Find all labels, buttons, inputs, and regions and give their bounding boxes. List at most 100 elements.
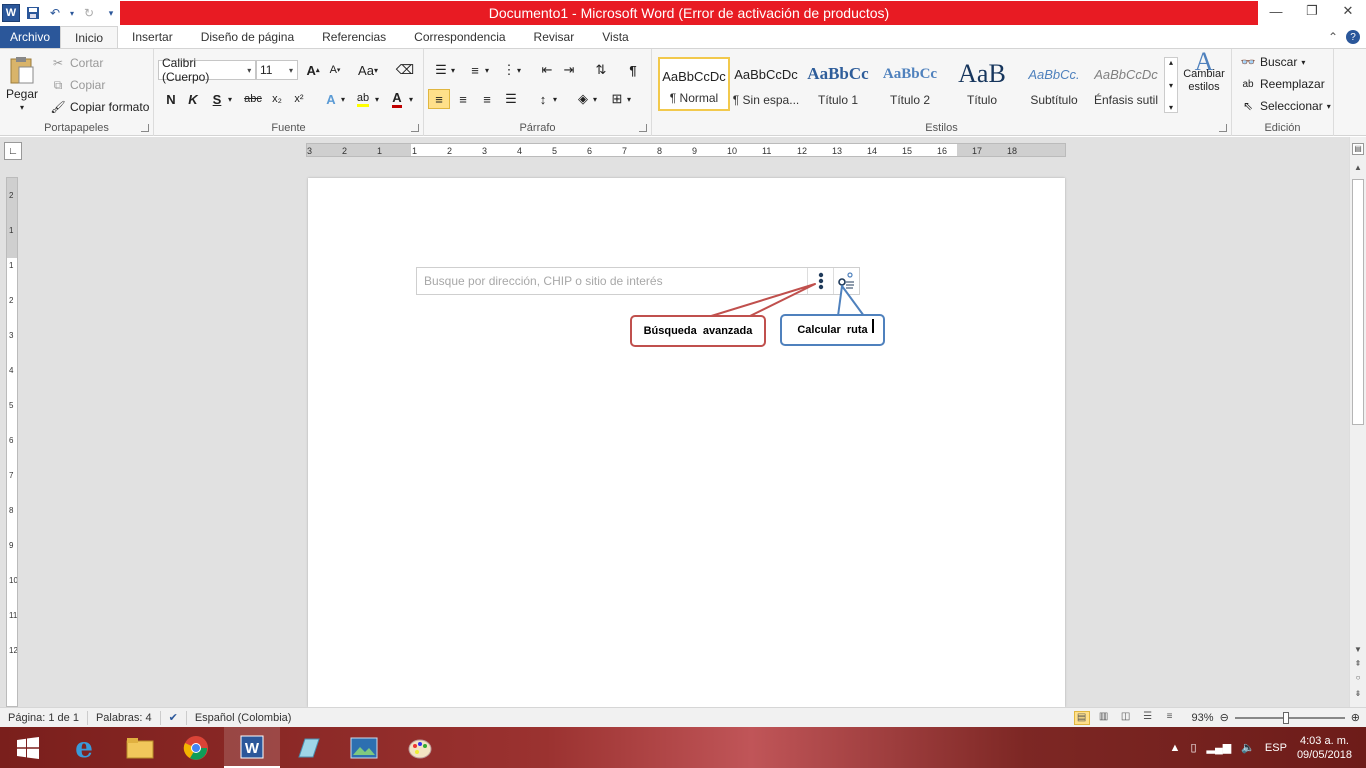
- scroll-down-icon[interactable]: ▼: [1352, 645, 1364, 657]
- styles-scroll[interactable]: ▴ ▾ ▾: [1164, 57, 1178, 113]
- volume-icon[interactable]: 🔈: [1241, 741, 1255, 754]
- full-reading-icon[interactable]: ▥: [1096, 711, 1112, 725]
- increase-indent-icon[interactable]: ⇥: [558, 60, 580, 80]
- font-family-select[interactable]: Calibri (Cuerpo) ▾: [158, 56, 256, 84]
- device-icon[interactable]: ▯: [1190, 741, 1196, 754]
- style-no-spacing[interactable]: AaBbCcDc ¶ Sin espa...: [730, 57, 802, 111]
- advanced-search-button[interactable]: [807, 268, 833, 294]
- word-icon[interactable]: W: [2, 4, 20, 22]
- input-language[interactable]: ESP: [1265, 742, 1287, 754]
- tab-revisar[interactable]: Revisar: [520, 26, 589, 48]
- subscript-button[interactable]: x₂: [266, 89, 288, 109]
- scroll-thumb[interactable]: [1352, 179, 1364, 425]
- show-marks-icon[interactable]: ¶: [622, 60, 644, 80]
- highlight-icon[interactable]: ab: [352, 89, 374, 109]
- scroll-up-icon[interactable]: ▲: [1352, 163, 1364, 175]
- zoom-slider[interactable]: [1234, 711, 1345, 724]
- style-title[interactable]: AaB Título: [946, 57, 1018, 111]
- styles-launcher-icon[interactable]: [1219, 124, 1227, 132]
- underline-dropdown-icon[interactable]: ▾: [224, 89, 236, 109]
- select-button[interactable]: ⇖ Seleccionar ▾: [1240, 98, 1331, 114]
- clock[interactable]: 4:03 a. m. 09/05/2018: [1297, 734, 1352, 762]
- styles-more-icon[interactable]: ▾: [1169, 103, 1173, 112]
- styles-down-icon[interactable]: ▾: [1169, 81, 1173, 90]
- previous-page-icon[interactable]: ⇞: [1352, 659, 1364, 671]
- shading-dropdown-icon[interactable]: ▾: [590, 89, 600, 109]
- align-right-icon[interactable]: ≡: [476, 89, 498, 109]
- language-indicator[interactable]: Español (Colombia): [187, 711, 300, 725]
- decrease-indent-icon[interactable]: ⇤: [536, 60, 558, 80]
- justify-icon[interactable]: ☰: [500, 89, 522, 109]
- paragraph-launcher-icon[interactable]: [639, 124, 647, 132]
- notes-app-icon[interactable]: [280, 727, 336, 768]
- network-icon[interactable]: ▂▄▆: [1207, 741, 1232, 754]
- chrome-icon[interactable]: [168, 727, 224, 768]
- collapse-ribbon-icon[interactable]: ⌃: [1328, 30, 1338, 44]
- page-count[interactable]: Página: 1 de 1: [0, 710, 88, 725]
- file-explorer-icon[interactable]: [112, 727, 168, 768]
- outline-icon[interactable]: ☰: [1140, 711, 1156, 725]
- font-size-select[interactable]: 11 ▾: [256, 60, 298, 80]
- strikethrough-button[interactable]: abc: [240, 89, 266, 109]
- superscript-button[interactable]: x²: [288, 89, 310, 109]
- horizontal-ruler[interactable]: 3 2 1 1 2 3 4 5 6 7 8 9 10 11 12 13 14 15 16 17 18: [306, 143, 1066, 157]
- calculate-route-button[interactable]: [833, 268, 859, 294]
- redo-icon[interactable]: ↻: [80, 4, 98, 22]
- style-subtitle[interactable]: AaBbCc. Subtítulo: [1018, 57, 1090, 111]
- bullets-dropdown-icon[interactable]: ▾: [448, 60, 458, 80]
- paste-dropdown-icon[interactable]: ▾: [20, 103, 24, 112]
- web-layout-icon[interactable]: ◫: [1118, 711, 1134, 725]
- replace-button[interactable]: ab Reemplazar: [1240, 76, 1324, 92]
- text-effects-dropdown-icon[interactable]: ▾: [338, 89, 348, 109]
- style-heading2[interactable]: AaBbCc Título 2: [874, 57, 946, 111]
- style-heading1[interactable]: AaBbCc Título 1: [802, 57, 874, 111]
- clear-format-icon[interactable]: ⌫: [394, 60, 416, 80]
- next-page-icon[interactable]: ⇟: [1352, 689, 1364, 701]
- multilevel-dropdown-icon[interactable]: ▾: [514, 60, 524, 80]
- vertical-scrollbar[interactable]: ▤ ▲ ▼ ⇞ ○ ⇟: [1349, 137, 1366, 707]
- find-button[interactable]: 👓 Buscar ▾: [1240, 54, 1306, 70]
- tab-vista[interactable]: Vista: [588, 26, 642, 48]
- font-color-icon[interactable]: A: [386, 89, 408, 109]
- select-browse-object-icon[interactable]: ○: [1352, 673, 1364, 685]
- borders-dropdown-icon[interactable]: ▾: [624, 89, 634, 109]
- save-icon[interactable]: [24, 4, 42, 22]
- photos-app-icon[interactable]: [336, 727, 392, 768]
- line-spacing-dropdown-icon[interactable]: ▾: [550, 89, 560, 109]
- draft-icon[interactable]: ≡: [1162, 711, 1178, 725]
- undo-dropdown-icon[interactable]: ▾: [68, 4, 76, 22]
- view-ruler-icon[interactable]: ▤: [1352, 143, 1364, 155]
- tab-inicio[interactable]: Inicio: [60, 26, 119, 48]
- close-icon[interactable]: ✕: [1330, 0, 1366, 22]
- zoom-out-icon[interactable]: ⊖: [1220, 711, 1229, 724]
- undo-icon[interactable]: ↶: [46, 4, 64, 22]
- styles-up-icon[interactable]: ▴: [1169, 58, 1173, 67]
- search-input[interactable]: [417, 268, 807, 294]
- style-subtle-emphasis[interactable]: AaBbCcDc Énfasis sutil: [1090, 57, 1162, 111]
- highlight-dropdown-icon[interactable]: ▾: [372, 89, 382, 109]
- grow-font-button[interactable]: A ▴: [302, 60, 324, 80]
- proofing-icon[interactable]: ✔: [161, 710, 187, 725]
- tab-selector-icon[interactable]: ∟: [4, 142, 22, 160]
- help-icon[interactable]: ?: [1346, 30, 1360, 44]
- cut-button[interactable]: ✂ Cortar: [50, 55, 103, 71]
- minimize-icon[interactable]: —: [1258, 0, 1294, 22]
- paste-button[interactable]: Pegar ▾: [6, 55, 38, 112]
- tab-insertar[interactable]: Insertar: [118, 26, 187, 48]
- customize-icon[interactable]: ▾: [102, 4, 120, 22]
- show-hidden-icons-icon[interactable]: ▲: [1170, 742, 1181, 754]
- change-case-button[interactable]: Aa ▾: [354, 60, 382, 80]
- zoom-level[interactable]: 93%: [1184, 712, 1214, 724]
- format-painter-button[interactable]: 🖌 Copiar formato: [50, 99, 149, 115]
- copy-button[interactable]: ⧉ Copiar: [50, 77, 106, 93]
- zoom-thumb[interactable]: [1282, 711, 1289, 724]
- tab-correspondencia[interactable]: Correspondencia: [400, 26, 519, 48]
- tab-diseno-pagina[interactable]: Diseño de página: [187, 26, 308, 48]
- print-layout-icon[interactable]: ▤: [1073, 710, 1090, 725]
- restore-icon[interactable]: ❐: [1294, 0, 1330, 22]
- font-launcher-icon[interactable]: [411, 124, 419, 132]
- change-styles-button[interactable]: A Cambiar estilos: [1180, 49, 1228, 94]
- edge-icon[interactable]: e: [56, 727, 112, 768]
- vertical-ruler[interactable]: 2 1 1 2 3 4 5 6 7 8 9 10 11 12: [6, 177, 18, 707]
- tab-referencias[interactable]: Referencias: [308, 26, 400, 48]
